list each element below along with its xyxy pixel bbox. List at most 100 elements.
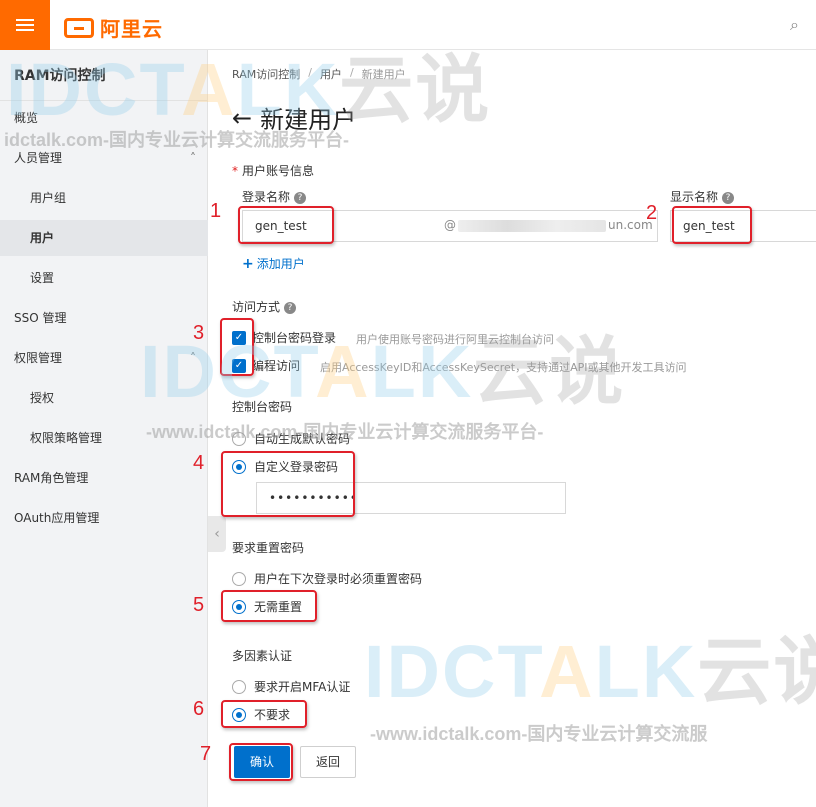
add-user-button[interactable]: + 添加用户 bbox=[242, 255, 305, 272]
password-value: ••••••••••• bbox=[269, 491, 358, 505]
aliyun-logo[interactable]: 阿里云 bbox=[64, 13, 163, 42]
search-icon[interactable]: ⌕ bbox=[790, 15, 799, 35]
console-login-checkbox[interactable]: ✓ 控制台密码登录 bbox=[232, 329, 336, 346]
sidebar-item-grants[interactable]: 授权 bbox=[0, 380, 208, 416]
mfa-label: 多因素认证 bbox=[232, 649, 293, 663]
step-number-5: 5 bbox=[193, 594, 205, 616]
sidebar-item-label: OAuth应用管理 bbox=[14, 511, 100, 525]
watermark-logo: IDCTALK云说 bbox=[364, 630, 816, 713]
hamburger-icon bbox=[16, 19, 34, 31]
radio-label: 要求开启MFA认证 bbox=[254, 680, 351, 694]
sidebar-item-label: 用户组 bbox=[30, 191, 67, 205]
sidebar-item-groups[interactable]: 用户组 bbox=[0, 180, 208, 216]
breadcrumb-current: 新建用户 bbox=[361, 68, 406, 81]
sidebar-item-label: 用户 bbox=[30, 231, 55, 245]
checkbox-label: 控制台密码登录 bbox=[252, 331, 337, 345]
sidebar-item-policies[interactable]: 权限策略管理 bbox=[0, 420, 208, 456]
help-icon[interactable]: ? bbox=[722, 191, 735, 204]
breadcrumb: RAM访问控制 / 用户 / 新建用户 bbox=[232, 66, 406, 82]
radio-circle bbox=[232, 431, 246, 446]
chevron-up-icon: ˄ bbox=[190, 151, 196, 165]
aliyun-logo-icon bbox=[64, 17, 94, 38]
sidebar-item-label: 权限管理 bbox=[14, 351, 63, 365]
checkbox-label: 编程访问 bbox=[252, 359, 301, 373]
sidebar-item-label: 授权 bbox=[30, 391, 55, 405]
programmatic-access-description: 启用AccessKeyID和AccessKeySecret，支持通过API或其他… bbox=[320, 361, 687, 374]
breadcrumb-link[interactable]: 用户 bbox=[320, 66, 342, 82]
hamburger-menu-button[interactable] bbox=[0, 0, 50, 50]
sidebar-item-identities[interactable]: 人员管理 ˄ bbox=[0, 140, 208, 176]
page-title-text: 新建用户 bbox=[260, 106, 357, 134]
radio-circle-selected bbox=[232, 599, 246, 614]
help-icon[interactable]: ? bbox=[294, 191, 307, 204]
radio-circle-selected bbox=[232, 707, 246, 722]
confirm-button[interactable]: 确认 bbox=[234, 746, 290, 778]
reset-password-label: 要求重置密码 bbox=[232, 541, 305, 555]
breadcrumb-link[interactable]: RAM访问控制 bbox=[232, 66, 300, 82]
require-mfa-radio[interactable]: 要求开启MFA认证 bbox=[232, 678, 350, 695]
display-name-input[interactable]: gen_test bbox=[670, 210, 816, 242]
breadcrumb-separator: / bbox=[308, 66, 312, 79]
breadcrumb-separator: / bbox=[349, 66, 354, 79]
chevron-up-icon: ˄ bbox=[190, 351, 196, 365]
back-button[interactable]: 返回 bbox=[300, 746, 356, 778]
console-login-description: 用户使用账号密码进行阿里云控制台访问 bbox=[356, 333, 554, 346]
plus-icon: + bbox=[242, 256, 254, 272]
login-name-label: 登录名称? bbox=[242, 188, 307, 205]
sidebar-collapse-button[interactable]: ‹ bbox=[208, 516, 226, 552]
sidebar-item-sso[interactable]: SSO 管理 bbox=[0, 300, 208, 336]
domain-suffix: @ un.com bbox=[444, 218, 653, 232]
access-mode-label: 访问方式? bbox=[232, 298, 297, 315]
sidebar-item-label: 人员管理 bbox=[14, 151, 63, 165]
step-number-2: 2 bbox=[646, 202, 658, 224]
checkmark-icon: ✓ bbox=[232, 358, 246, 373]
account-info-label: * 用户账号信息 bbox=[232, 164, 315, 178]
page-title: ← 新建用户 bbox=[232, 100, 356, 135]
chevron-left-icon: ‹ bbox=[214, 526, 220, 542]
console-password-label: 控制台密码 bbox=[232, 400, 293, 414]
radio-circle-selected bbox=[232, 459, 246, 474]
require-reset-radio[interactable]: 用户在下次登录时必须重置密码 bbox=[232, 570, 422, 587]
sidebar-item-users[interactable]: 用户 bbox=[0, 220, 208, 256]
watermark-text: -www.idctalk.com-国内专业云计算交流服 bbox=[370, 724, 708, 744]
back-arrow-icon[interactable]: ← bbox=[232, 104, 252, 132]
sidebar-item-settings[interactable]: 设置 bbox=[0, 260, 208, 296]
brand-name: 阿里云 bbox=[100, 17, 163, 41]
sidebar-item-ram-roles[interactable]: RAM角色管理 bbox=[0, 460, 208, 496]
display-name-value: gen_test bbox=[683, 219, 735, 233]
checkmark-icon: ✓ bbox=[232, 330, 246, 345]
required-marker: * bbox=[232, 164, 238, 178]
no-mfa-radio[interactable]: 不要求 bbox=[232, 706, 290, 723]
sidebar-item-label: 概览 bbox=[14, 111, 39, 125]
sidebar-title: RAM访问控制 bbox=[14, 68, 106, 84]
radio-circle bbox=[232, 679, 246, 694]
sidebar: RAM访问控制 概览 人员管理 ˄ 用户组 用户 设置 SSO 管理 权限管理 … bbox=[0, 50, 208, 807]
step-number-6: 6 bbox=[193, 698, 205, 720]
step-number-4: 4 bbox=[193, 452, 205, 474]
sidebar-item-label: RAM角色管理 bbox=[14, 471, 89, 485]
sidebar-item-label: SSO 管理 bbox=[14, 311, 67, 325]
sidebar-item-oauth-apps[interactable]: OAuth应用管理 bbox=[0, 500, 208, 536]
radio-label: 用户在下次登录时必须重置密码 bbox=[254, 572, 423, 586]
radio-label: 自定义登录密码 bbox=[254, 460, 339, 474]
top-bar: 阿里云 ⌕ bbox=[0, 0, 816, 50]
help-icon[interactable]: ? bbox=[284, 301, 297, 314]
radio-label: 自动生成默认密码 bbox=[254, 432, 351, 446]
login-name-value: gen_test bbox=[255, 219, 307, 233]
no-reset-radio[interactable]: 无需重置 bbox=[232, 598, 302, 615]
step-number-3: 3 bbox=[193, 322, 205, 344]
password-input[interactable]: ••••••••••• bbox=[256, 482, 566, 514]
step-number-1: 1 bbox=[210, 200, 222, 222]
radio-circle bbox=[232, 571, 246, 586]
sidebar-item-label: 设置 bbox=[30, 271, 55, 285]
step-number-7: 7 bbox=[200, 743, 212, 765]
sidebar-item-label: 权限策略管理 bbox=[30, 431, 103, 445]
programmatic-access-checkbox[interactable]: ✓ 编程访问 bbox=[232, 357, 300, 374]
sidebar-item-permissions[interactable]: 权限管理 ˄ bbox=[0, 340, 208, 376]
custom-password-radio[interactable]: 自定义登录密码 bbox=[232, 458, 338, 475]
redacted-domain bbox=[458, 219, 606, 232]
display-name-label: 显示名称? bbox=[670, 188, 735, 205]
auto-password-radio[interactable]: 自动生成默认密码 bbox=[232, 430, 350, 447]
sidebar-item-overview[interactable]: 概览 bbox=[0, 100, 208, 136]
radio-label: 不要求 bbox=[254, 708, 291, 722]
